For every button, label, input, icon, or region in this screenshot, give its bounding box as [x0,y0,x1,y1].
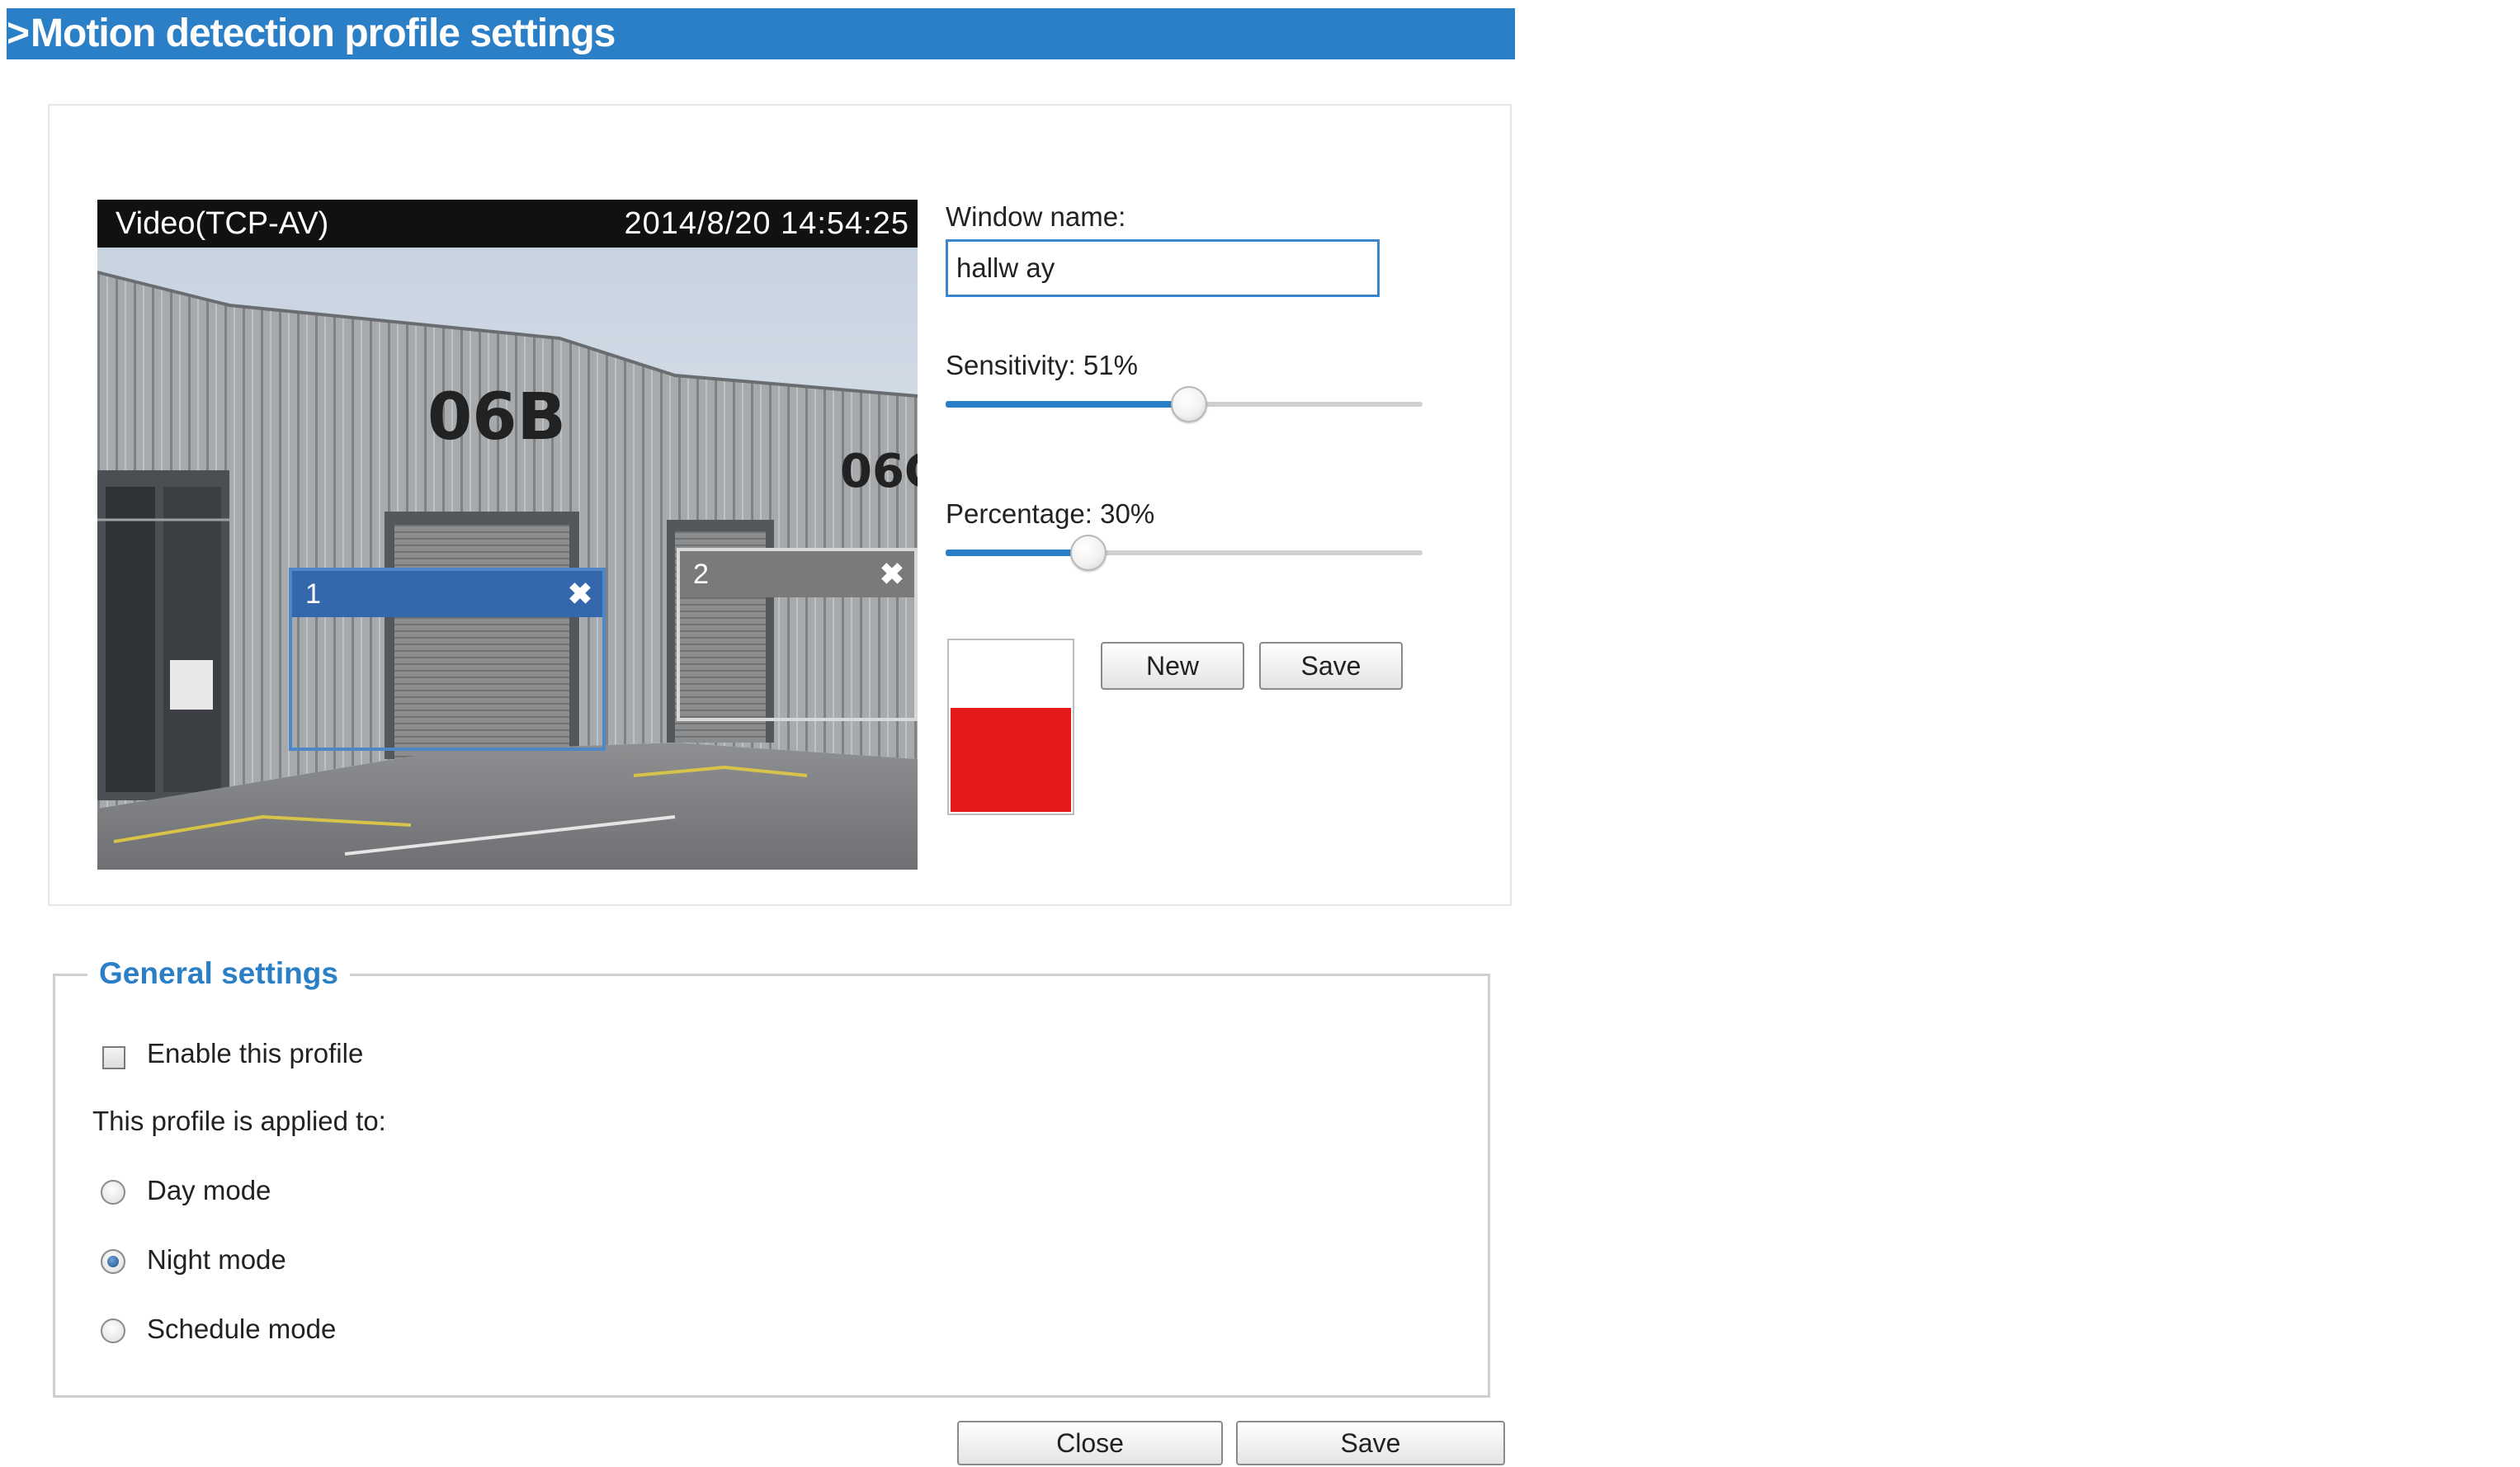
applied-to-label: This profile is applied to: [92,1106,386,1136]
sensitivity-fill [946,401,1189,408]
motion-window-1-header[interactable]: 1 ✖ [292,571,602,617]
close-icon[interactable]: ✖ [568,571,592,617]
percentage-fill [946,550,1089,556]
motion-window-2[interactable]: 2 ✖ [677,548,918,721]
sensitivity-slider-thumb[interactable] [1170,386,1207,422]
video-view[interactable]: Video(TCP-AV) 2014/8/20 14:54:25 06B 06 [97,200,918,870]
general-settings-legend: General settings [87,954,350,993]
window-name-label: Window name: [946,201,1126,232]
save-window-button[interactable]: Save [1259,642,1403,690]
day-mode-label[interactable]: Day mode [147,1175,271,1206]
motion-window-2-header[interactable]: 2 ✖ [680,551,914,597]
sensitivity-label: Sensitivity: 51% [946,350,1138,380]
save-button[interactable]: Save [1236,1421,1505,1465]
sensitivity-slider[interactable] [946,386,1423,422]
enable-profile-label[interactable]: Enable this profile [147,1038,363,1069]
close-button[interactable]: Close [957,1421,1223,1465]
building-sign-06b: 06B [427,380,566,455]
video-timestamp: 2014/8/20 14:54:25 [624,206,909,241]
percentage-label: Percentage: 30% [946,498,1155,529]
night-mode-label[interactable]: Night mode [147,1244,286,1276]
enable-profile-checkbox[interactable] [102,1046,125,1069]
schedule-mode-radio[interactable] [101,1318,125,1343]
motion-window-1[interactable]: 1 ✖ [289,568,606,751]
motion-window-1-number: 1 [305,578,321,610]
motion-level-fill [951,708,1071,812]
percentage-slider[interactable] [946,535,1423,571]
page-title-text: Motion detection profile settings [31,12,616,55]
video-header: Video(TCP-AV) 2014/8/20 14:54:25 [97,200,918,248]
percentage-slider-thumb[interactable] [1070,535,1107,571]
window-name-input[interactable] [946,239,1380,297]
page-title: >Motion detection profile settings [7,8,1515,59]
motion-level-meter [947,639,1074,815]
title-arrow: > [7,12,30,55]
motion-window-2-number: 2 [693,559,709,590]
building-sign-06c: 06C [840,445,918,498]
night-mode-radio[interactable] [101,1249,125,1274]
close-icon[interactable]: ✖ [880,551,904,597]
new-window-button[interactable]: New [1101,642,1244,690]
day-mode-radio[interactable] [101,1180,125,1205]
schedule-mode-label[interactable]: Schedule mode [147,1314,336,1345]
video-title: Video(TCP-AV) [116,206,329,241]
